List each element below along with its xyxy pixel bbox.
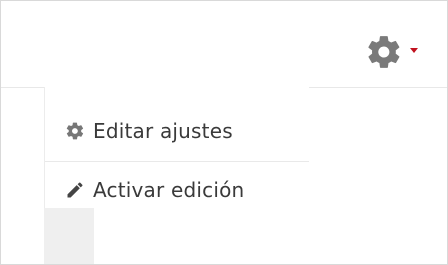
settings-dropdown-menu: Editar ajustes Activar edición (44, 87, 309, 208)
settings-menu-button[interactable] (359, 29, 427, 71)
gear-icon (368, 36, 400, 68)
menu-item-label: Activar edición (93, 178, 245, 202)
background-panel (44, 208, 94, 264)
caret-down-icon (410, 48, 418, 53)
menu-item-edit-settings[interactable]: Editar ajustes (45, 101, 309, 162)
pencil-icon (59, 178, 91, 202)
menu-item-label: Editar ajustes (93, 119, 233, 143)
gear-icon (59, 119, 91, 143)
header-bar (1, 1, 447, 88)
menu-item-activate-editing[interactable]: Activar edición (45, 173, 309, 207)
